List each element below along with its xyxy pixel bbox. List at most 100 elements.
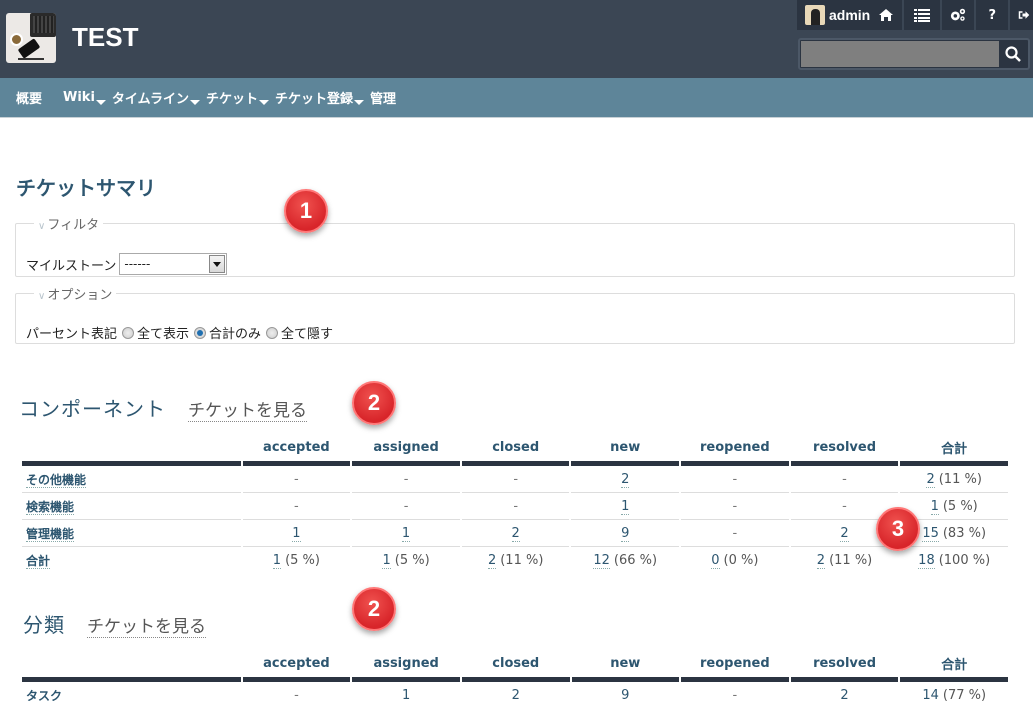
count-link[interactable]: 18: [918, 553, 935, 569]
milestone-label: マイルストーン: [26, 258, 117, 274]
count-link[interactable]: 2: [840, 525, 849, 542]
count-cell: -: [352, 493, 460, 520]
legend-label: フィルタ: [47, 218, 100, 233]
empty-value: -: [294, 498, 299, 514]
count-link[interactable]: 1: [621, 498, 630, 515]
row-name-link[interactable]: 検索機能: [26, 499, 75, 515]
percent-text: (83 %): [942, 525, 987, 541]
search-input[interactable]: [801, 41, 999, 67]
count-link[interactable]: 2: [816, 553, 826, 569]
gears-icon: [951, 8, 966, 21]
count-link[interactable]: 1: [272, 553, 282, 569]
row-name-cell: 検索機能: [22, 493, 241, 520]
count-link[interactable]: 1: [382, 553, 391, 569]
milestone-value: ------: [124, 257, 151, 271]
nav-timeline[interactable]: タイムライン: [112, 88, 201, 107]
count-link[interactable]: 1: [401, 525, 411, 542]
nav-wiki[interactable]: Wiki: [63, 90, 106, 105]
options-fieldset: ∨ オプション パーセント表記 全て表示 合計のみ 全て隠す: [15, 284, 1015, 344]
count-cell: -: [680, 493, 789, 520]
empty-value: -: [294, 471, 299, 487]
count-cell: 1 (5 %): [352, 547, 460, 574]
empty-value: -: [294, 687, 299, 701]
count-link[interactable]: 15: [922, 525, 939, 542]
count-cell: -: [242, 466, 351, 493]
column-header-name: [22, 652, 241, 682]
count-link[interactable]: 9: [621, 525, 630, 542]
main-nav: 概要 Wiki タイムライン チケット チケット登録 管理: [0, 78, 1033, 118]
count-link[interactable]: 0: [711, 553, 720, 569]
count-cell: -: [242, 493, 351, 520]
filter-legend[interactable]: ∨ フィルタ: [34, 214, 103, 233]
page-title: チケットサマリ: [16, 176, 156, 200]
count-link[interactable]: 2: [511, 687, 520, 701]
column-header: new: [571, 436, 679, 466]
avatar: [805, 5, 825, 25]
nav-admin[interactable]: 管理: [370, 88, 396, 107]
count-link[interactable]: 1: [292, 525, 301, 542]
settings-button[interactable]: [940, 0, 974, 30]
radio-total-only[interactable]: [194, 326, 207, 339]
count-link[interactable]: 2: [840, 687, 849, 701]
column-header: reopened: [681, 652, 789, 682]
row-name-link[interactable]: その他機能: [26, 472, 87, 488]
filter-fieldset: ∨ フィルタ マイルストーン ------: [15, 214, 1015, 277]
annotation-badge: 1: [284, 189, 328, 233]
count-cell: 2 (11 %): [462, 547, 570, 574]
table-header-row: accepted assigned closed new reopened re…: [22, 436, 1008, 466]
component-section-header: コンポーネント チケットを見る: [19, 393, 307, 422]
percent-label: パーセント表記: [26, 327, 118, 342]
project-title[interactable]: TEST: [72, 22, 138, 53]
row-name-link[interactable]: 管理機能: [26, 526, 75, 542]
count-link[interactable]: 9: [621, 687, 630, 701]
count-link[interactable]: 2: [487, 553, 497, 569]
count-cell: 1 (5 %): [243, 547, 351, 574]
radio-hide-all[interactable]: [266, 326, 279, 339]
count-cell: 14 (77 %): [900, 682, 1008, 701]
empty-value: -: [842, 498, 847, 514]
component-view-tickets-link[interactable]: チケットを見る: [188, 396, 307, 422]
options-legend[interactable]: ∨ オプション: [34, 284, 116, 303]
nav-new-ticket[interactable]: チケット登録: [275, 88, 365, 107]
row-name-link[interactable]: 合計: [26, 554, 51, 569]
category-view-tickets-link[interactable]: チケットを見る: [87, 612, 206, 638]
search-button[interactable]: [998, 40, 1028, 68]
percent-text: (5 %): [285, 553, 320, 568]
count-cell: 2: [571, 466, 679, 493]
count-link[interactable]: 14: [922, 687, 939, 701]
project-logo[interactable]: [6, 13, 56, 63]
home-icon[interactable]: [878, 8, 894, 22]
logout-button[interactable]: [1008, 0, 1033, 30]
percent-text: (11 %): [500, 553, 544, 568]
count-link[interactable]: 2: [511, 525, 520, 542]
count-link[interactable]: 1: [401, 687, 411, 701]
count-cell: -: [352, 466, 460, 493]
help-button[interactable]: ?: [974, 0, 1008, 30]
count-cell: -: [461, 493, 570, 520]
annotation-badge: 2: [352, 381, 396, 425]
count-link[interactable]: 2: [926, 471, 935, 488]
radio-show-all[interactable]: [122, 326, 135, 339]
count-cell: 0 (0 %): [681, 547, 789, 574]
annotation-badge: 3: [876, 507, 920, 551]
user-menu[interactable]: admin: [797, 0, 902, 30]
column-header: resolved: [790, 436, 899, 466]
timeline-list-button[interactable]: [902, 0, 940, 30]
count-cell: -: [681, 682, 789, 701]
milestone-select[interactable]: ------: [119, 253, 228, 275]
nav-overview[interactable]: 概要: [16, 88, 42, 107]
count-link[interactable]: 2: [621, 471, 630, 488]
nav-tickets[interactable]: チケット: [206, 88, 270, 107]
row-name-cell: 管理機能: [22, 520, 241, 547]
count-link[interactable]: 1: [930, 498, 939, 515]
count-link[interactable]: 12: [593, 553, 610, 569]
caret-down-icon: [259, 100, 270, 105]
nav-label: Wiki: [63, 90, 95, 105]
percent-text: (77 %): [942, 687, 987, 701]
empty-value: -: [842, 471, 847, 487]
radio-label: 合計のみ: [209, 327, 262, 342]
caret-down-icon: [190, 100, 201, 105]
count-cell: 2 (11 %): [900, 466, 1008, 493]
column-header: 合計: [900, 652, 1008, 682]
row-name-link[interactable]: タスク: [26, 688, 63, 701]
